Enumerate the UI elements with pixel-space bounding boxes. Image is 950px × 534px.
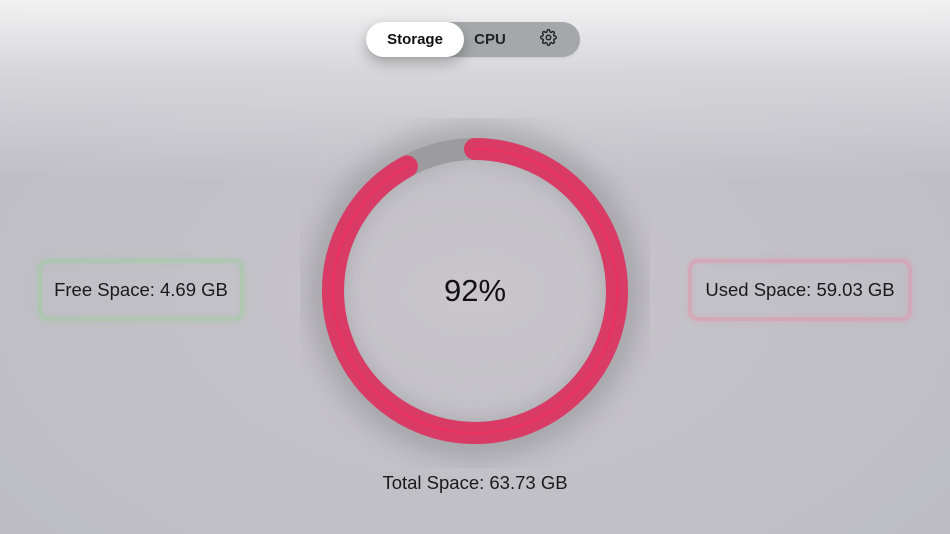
tab-storage-label: Storage — [387, 31, 443, 48]
used-space-box: Used Space: 59.03 GB — [688, 259, 912, 321]
tab-cpu[interactable]: CPU — [464, 22, 516, 57]
total-space-label: Total Space: 63.73 GB — [382, 472, 568, 493]
free-space-label: Free Space: 4.69 GB — [54, 279, 228, 300]
segmented-control: Storage CPU — [366, 22, 580, 57]
gear-icon — [539, 29, 557, 50]
storage-gauge: 92% — [300, 118, 650, 468]
tab-settings[interactable] — [516, 22, 580, 57]
gauge-percent: 92% — [443, 273, 507, 308]
free-space-box: Free Space: 4.69 GB — [38, 259, 244, 321]
tab-cpu-label: CPU — [474, 31, 506, 48]
tab-storage[interactable]: Storage — [366, 22, 464, 57]
used-space-label: Used Space: 59.03 GB — [705, 279, 895, 300]
